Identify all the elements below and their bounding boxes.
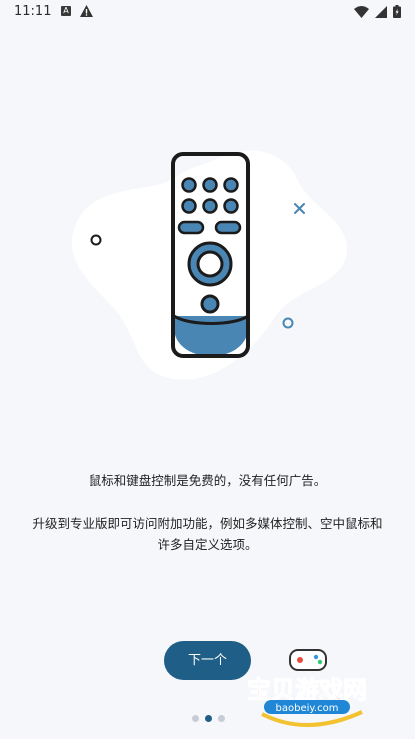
remote-control-illustration bbox=[71, 150, 348, 380]
remote-dpad-center bbox=[196, 250, 224, 278]
warning-icon bbox=[80, 5, 93, 21]
status-time: 11:11 bbox=[14, 4, 52, 19]
watermark-title: 宝贝游戏网 bbox=[247, 676, 367, 704]
decor-circle-right bbox=[282, 317, 294, 329]
remote-pill-left bbox=[177, 220, 205, 235]
page-dot-1 bbox=[192, 715, 199, 722]
remote-pill-right bbox=[214, 220, 242, 235]
status-bar: 11:11 A bbox=[0, 0, 415, 24]
battery-icon bbox=[393, 5, 401, 22]
gamepad-icon bbox=[289, 649, 327, 671]
watermark-logo: 宝贝游戏网 baobeiy.com bbox=[247, 649, 368, 727]
accessibility-notification-icon: A bbox=[61, 6, 71, 16]
wifi-icon bbox=[354, 5, 369, 22]
onboarding-text-line2: 升级到专业版即可访问附加功能，例如多媒体控制、空中鼠标和许多自定义选项。 bbox=[32, 516, 383, 552]
cellular-signal-icon bbox=[375, 5, 387, 22]
watermark-url: baobeiy.com bbox=[276, 703, 339, 714]
remote-small-button bbox=[200, 294, 220, 314]
page-dot-2 bbox=[205, 715, 212, 722]
onboarding-text-line1: 鼠标和键盘控制是免费的，没有任何广告。 bbox=[88, 473, 327, 488]
page-indicator bbox=[192, 715, 225, 722]
page-dot-3 bbox=[218, 715, 225, 722]
